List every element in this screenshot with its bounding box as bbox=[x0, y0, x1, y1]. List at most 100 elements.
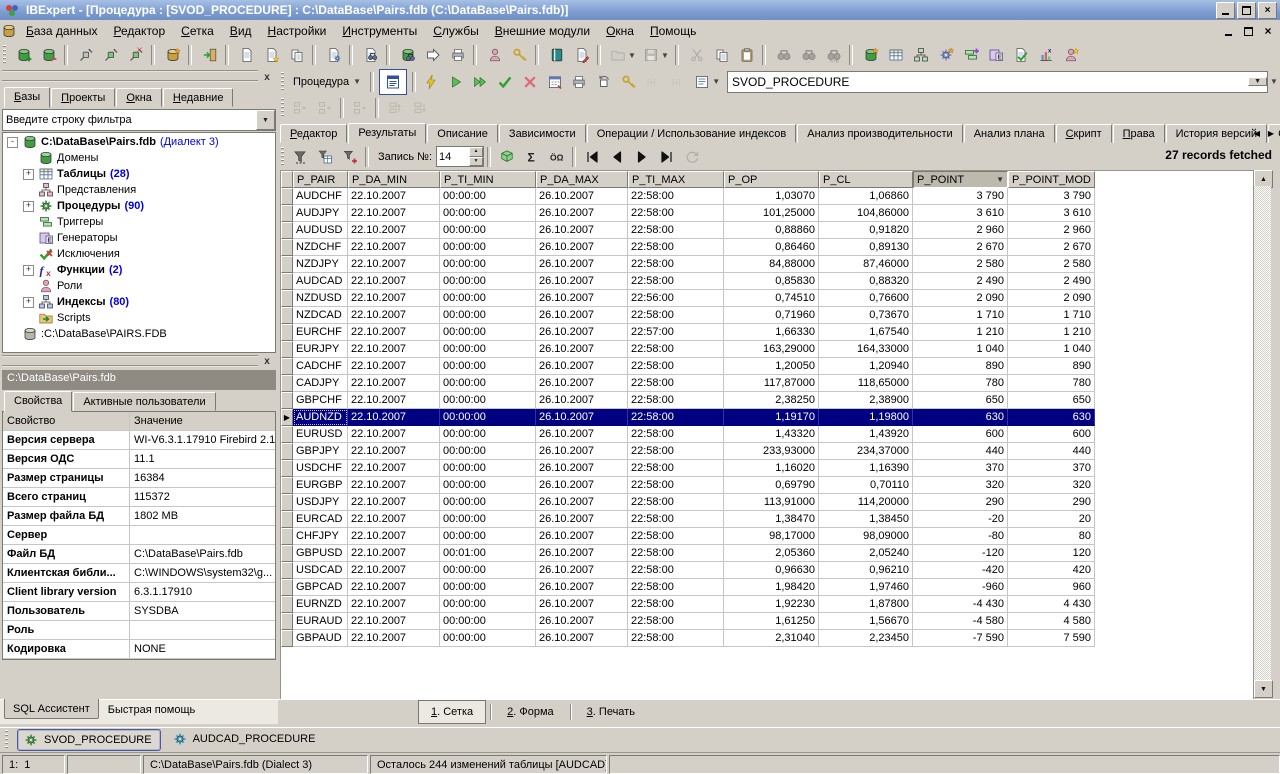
nav-toolbar-grip[interactable] bbox=[280, 98, 285, 118]
grid-cell[interactable]: 1 040 bbox=[1008, 341, 1095, 358]
grid-cell[interactable]: 120 bbox=[1008, 545, 1095, 562]
grid-cell[interactable]: 650 bbox=[913, 392, 1008, 409]
property-row[interactable]: Всего страниц115372 bbox=[3, 488, 275, 507]
grid-cell[interactable]: -420 bbox=[913, 562, 1008, 579]
close-button[interactable]: × bbox=[1258, 2, 1277, 19]
grid-cell[interactable]: 1,97460 bbox=[819, 579, 913, 596]
row-indicator[interactable] bbox=[281, 324, 293, 341]
grid-cell[interactable]: 22:58:00 bbox=[628, 205, 724, 222]
tree-item-6[interactable]: EГенераторы bbox=[3, 230, 275, 246]
procedure-name-combobox[interactable]: SVOD_PROCEDURE▼ bbox=[727, 71, 1268, 93]
grid-cell[interactable]: 00:00:00 bbox=[440, 579, 536, 596]
grid-cell[interactable]: 0,71960 bbox=[724, 307, 819, 324]
grid-cell[interactable]: 26.10.2007 bbox=[536, 562, 628, 579]
editor-tab-8[interactable]: Права bbox=[1113, 124, 1165, 143]
reconnect-icon[interactable] bbox=[98, 43, 123, 67]
paste-icon[interactable] bbox=[734, 43, 759, 67]
branch-next-icon[interactable] bbox=[347, 96, 372, 120]
grid-cell[interactable]: 1,20940 bbox=[819, 358, 913, 375]
tree-item-2[interactable]: +Таблицы(28) bbox=[3, 166, 275, 182]
grid-cell[interactable]: 00:00:00 bbox=[440, 375, 536, 392]
search-replace-icon[interactable]: A+B bbox=[821, 43, 846, 67]
blob-viewer-icon[interactable] bbox=[544, 43, 569, 67]
grid-cell[interactable]: 1,20050 bbox=[724, 358, 819, 375]
row-indicator[interactable] bbox=[281, 528, 293, 545]
grid-cell[interactable]: 4 580 bbox=[1008, 613, 1095, 630]
grid-cell[interactable]: 22.10.2007 bbox=[348, 426, 440, 443]
grid-cell[interactable]: 22.10.2007 bbox=[348, 596, 440, 613]
grid-cell[interactable]: 0,73670 bbox=[819, 307, 913, 324]
grid-cell[interactable]: EURJPY bbox=[293, 341, 348, 358]
grid-cell[interactable]: 2 490 bbox=[913, 273, 1008, 290]
refresh-icon[interactable] bbox=[679, 145, 704, 169]
grid-cell[interactable]: 117,87000 bbox=[724, 375, 819, 392]
grid-cell[interactable]: EURCAD bbox=[293, 511, 348, 528]
grid-cell[interactable]: 0,85830 bbox=[724, 273, 819, 290]
filter-form-icon[interactable] bbox=[312, 145, 337, 169]
column-header-p_da_min[interactable]: P_DA_MIN bbox=[348, 171, 440, 188]
grid-cell[interactable]: 2,38900 bbox=[819, 392, 913, 409]
grid-cell[interactable]: 2 490 bbox=[1008, 273, 1095, 290]
procedure-selector[interactable]: Процедура▼ bbox=[287, 74, 367, 90]
run-debug-icon[interactable] bbox=[468, 70, 493, 94]
find-next-icon[interactable]: ... bbox=[796, 43, 821, 67]
results-toolbar-grip[interactable] bbox=[280, 147, 285, 167]
grid-cell[interactable]: 2,31040 bbox=[724, 630, 819, 647]
grid-cell[interactable]: 22:57:00 bbox=[628, 324, 724, 341]
column-header-p_point_mod[interactable]: P_POINT_MOD bbox=[1008, 171, 1095, 188]
grid-cell[interactable]: 26.10.2007 bbox=[536, 579, 628, 596]
grid-cell[interactable]: AUDUSD bbox=[293, 222, 348, 239]
grid-cell[interactable]: 2 580 bbox=[913, 256, 1008, 273]
property-row[interactable]: ПользовательSYSDBA bbox=[3, 602, 275, 621]
grid-cell[interactable]: 440 bbox=[913, 443, 1008, 460]
grid-cell[interactable]: 26.10.2007 bbox=[536, 511, 628, 528]
grid-cell[interactable]: 00:00:00 bbox=[440, 188, 536, 205]
scroll-down-icon[interactable]: ▼ bbox=[1254, 680, 1273, 698]
grid-cell[interactable]: EURCHF bbox=[293, 324, 348, 341]
grid-cell[interactable]: 370 bbox=[913, 460, 1008, 477]
grid-cell[interactable]: 1,38470 bbox=[724, 511, 819, 528]
grid-cell[interactable]: 00:00:00 bbox=[440, 307, 536, 324]
grid-cell[interactable]: 00:00:00 bbox=[440, 341, 536, 358]
grid-cell[interactable]: 2 090 bbox=[913, 290, 1008, 307]
row-indicator[interactable] bbox=[281, 290, 293, 307]
new-object-wizard-icon[interactable] bbox=[259, 43, 284, 67]
grid-cell[interactable]: 22:58:00 bbox=[628, 545, 724, 562]
grid-cell[interactable]: 22.10.2007 bbox=[348, 222, 440, 239]
grid-cell[interactable]: 0,96630 bbox=[724, 562, 819, 579]
property-row[interactable]: Версия сервераWI-V6.3.1.17910 Firebird 2… bbox=[3, 431, 275, 450]
grid-cell[interactable]: 1,98420 bbox=[724, 579, 819, 596]
grid-row[interactable]: EURUSD22.10.200700:00:0026.10.200722:58:… bbox=[281, 426, 1253, 443]
grid-cell[interactable]: 780 bbox=[913, 375, 1008, 392]
grid-cell[interactable]: 3 790 bbox=[913, 188, 1008, 205]
grid-row[interactable]: EURGBP22.10.200700:00:0026.10.200722:58:… bbox=[281, 477, 1253, 494]
menu-item-0[interactable]: База данных bbox=[18, 21, 105, 41]
register-database-icon[interactable] bbox=[11, 43, 36, 67]
grid-cell[interactable]: 26.10.2007 bbox=[536, 358, 628, 375]
row-indicator[interactable] bbox=[281, 596, 293, 613]
grid-cell[interactable]: 22.10.2007 bbox=[348, 341, 440, 358]
editor-tab-6[interactable]: Анализ плана bbox=[964, 124, 1055, 143]
grid-cell[interactable]: 22.10.2007 bbox=[348, 511, 440, 528]
column-header-p_ti_min[interactable]: P_TI_MIN bbox=[440, 171, 536, 188]
grid-cell[interactable]: 22.10.2007 bbox=[348, 579, 440, 596]
display-mode-icon[interactable]: ▼ bbox=[690, 70, 723, 94]
grid-cell[interactable]: 1,43320 bbox=[724, 426, 819, 443]
grid-cell[interactable]: 22:58:00 bbox=[628, 341, 724, 358]
scroll-track[interactable] bbox=[1254, 186, 1271, 682]
tree-item-12[interactable]: :C:\DataBase\PAIRS.FDB bbox=[3, 326, 275, 342]
grid-cell[interactable]: 00:00:00 bbox=[440, 562, 536, 579]
grid-cell[interactable]: EURGBP bbox=[293, 477, 348, 494]
grid-cell[interactable]: 22:58:00 bbox=[628, 239, 724, 256]
tree-expander-icon[interactable]: + bbox=[23, 201, 34, 212]
grid-cell[interactable]: 1,56670 bbox=[819, 613, 913, 630]
grid-cell[interactable]: 2 670 bbox=[1008, 239, 1095, 256]
property-row[interactable]: Файл БДC:\DataBase\Pairs.fdb bbox=[3, 545, 275, 564]
grid-cell[interactable]: 2,38250 bbox=[724, 392, 819, 409]
row-indicator[interactable] bbox=[281, 392, 293, 409]
grid-cell[interactable]: 3 790 bbox=[1008, 188, 1095, 205]
commit-icon[interactable] bbox=[493, 70, 518, 94]
grid-cell[interactable]: NZDJPY bbox=[293, 256, 348, 273]
grid-cell[interactable]: 00:00:00 bbox=[440, 511, 536, 528]
explorer-tab-0[interactable]: Базы bbox=[4, 87, 50, 108]
